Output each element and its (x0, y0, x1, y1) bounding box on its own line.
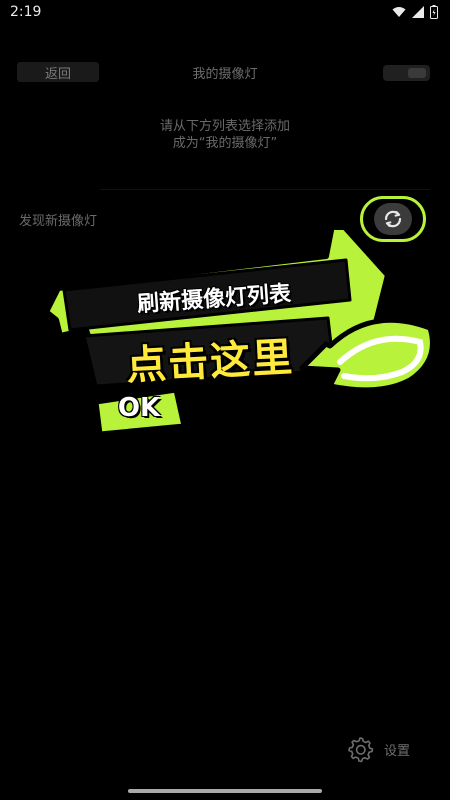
wifi-icon (392, 7, 406, 17)
refresh-icon (384, 210, 402, 228)
settings-button[interactable]: 设置 (346, 735, 410, 763)
ok-button[interactable]: OK (96, 388, 182, 428)
gear-icon (348, 737, 374, 763)
settings-label: 设置 (384, 743, 411, 759)
status-time: 2:19 (10, 4, 42, 20)
signal-icon (412, 6, 424, 18)
toggle-switch[interactable] (383, 65, 430, 81)
tutorial-overlay: 刷新摄像灯列表 点击这里 OK (0, 230, 450, 460)
battery-icon (430, 5, 438, 19)
instruction-text: 请从下方列表选择添加 成为“我的摄像灯” (0, 118, 450, 152)
home-indicator[interactable] (128, 789, 322, 793)
status-icons (392, 5, 438, 19)
instruction-line-2: 成为“我的摄像灯” (172, 136, 278, 151)
status-bar: 2:19 (0, 0, 450, 26)
section-title: 发现新摄像灯 (19, 214, 98, 229)
toggle-knob (408, 68, 426, 78)
app-header: 返回 我的摄像灯 (0, 60, 450, 86)
instruction-line-1: 请从下方列表选择添加 (159, 119, 290, 134)
section-divider (100, 189, 430, 190)
